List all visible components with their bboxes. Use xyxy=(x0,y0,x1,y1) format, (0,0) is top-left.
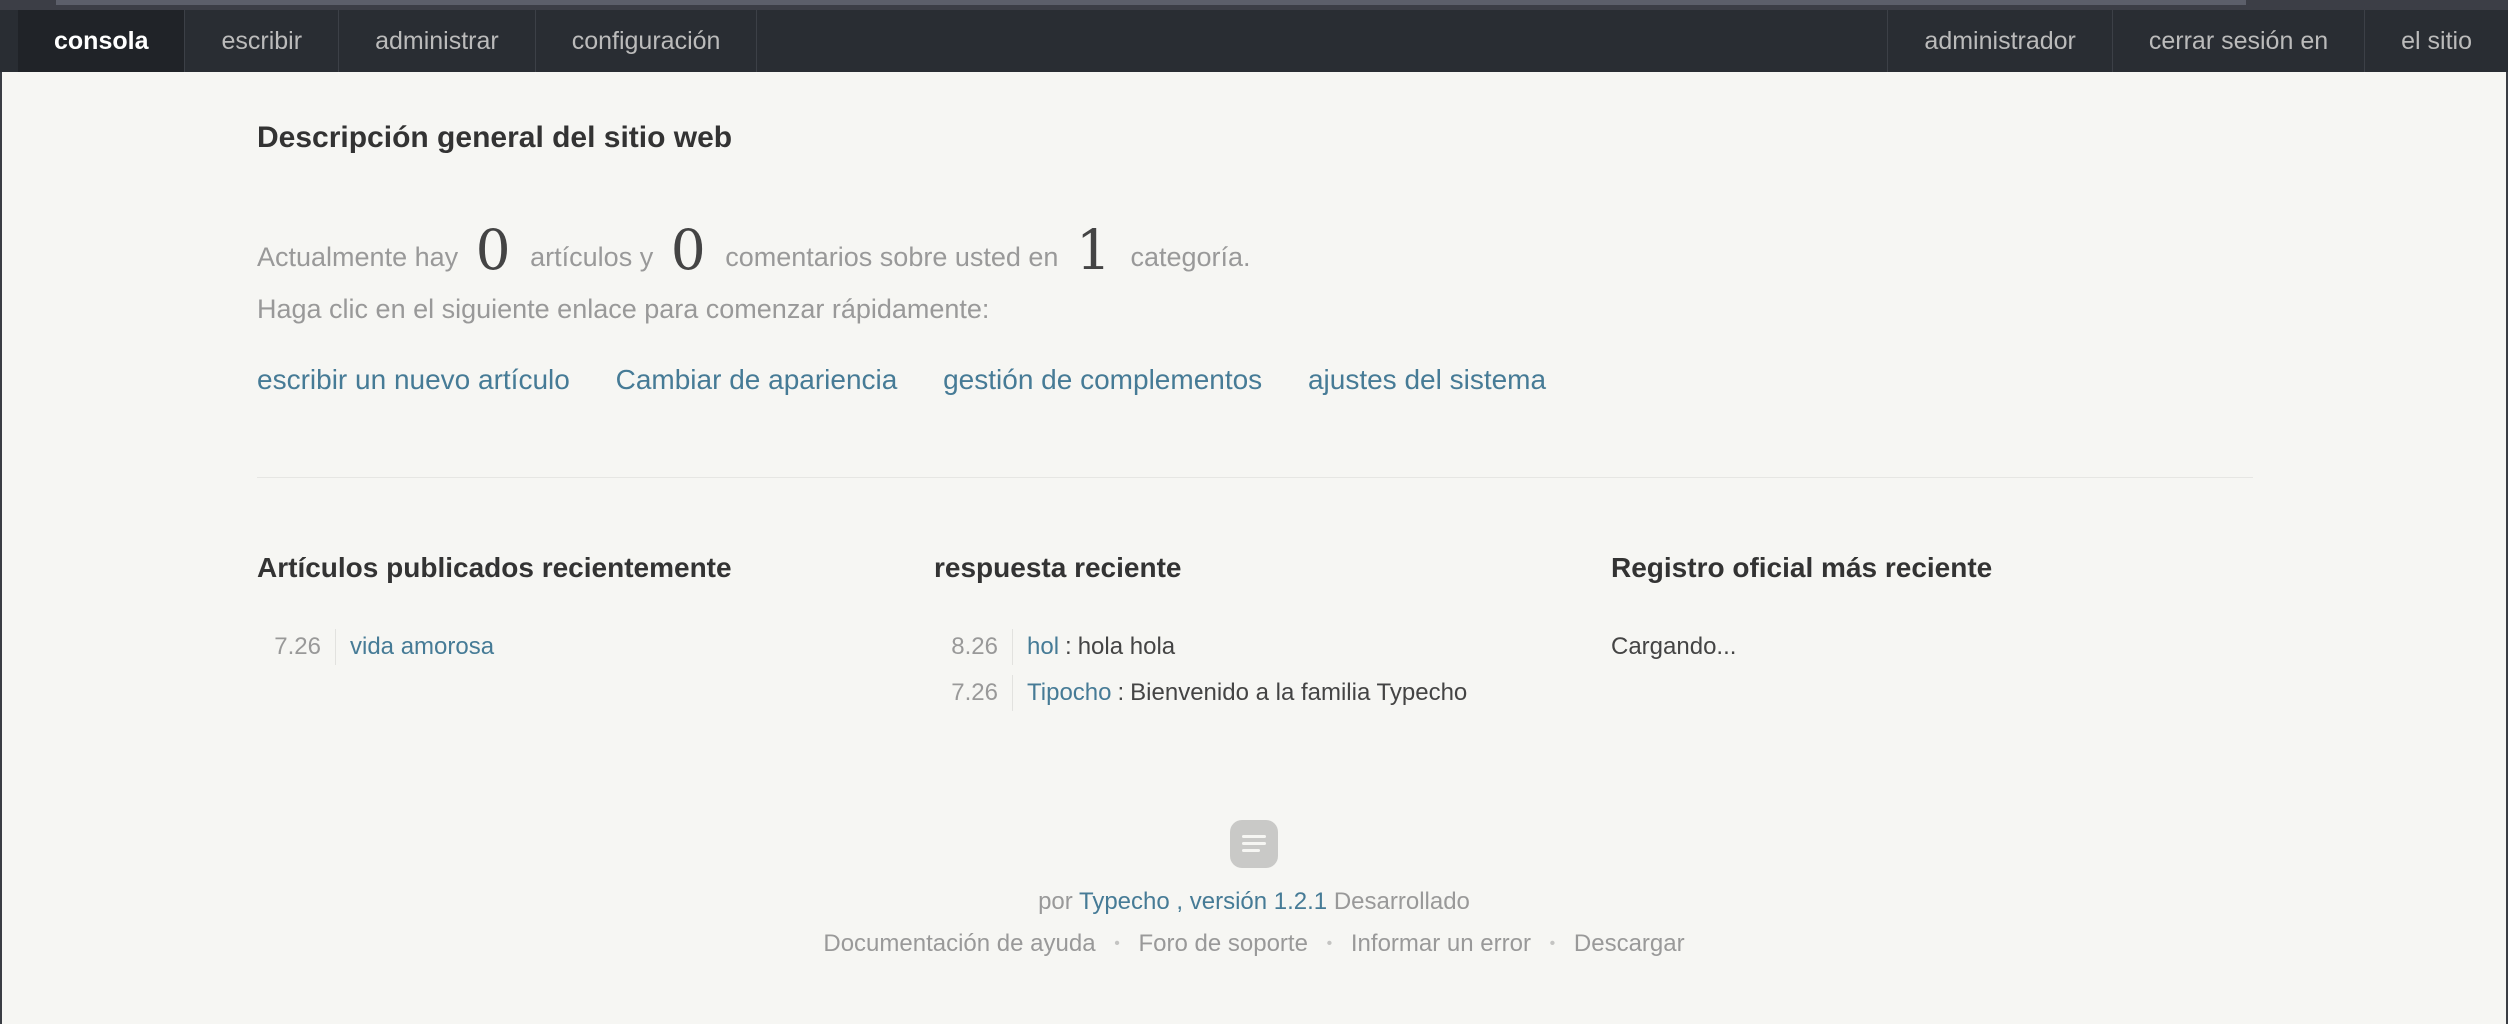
categories-count: 1 xyxy=(1075,218,1111,282)
version-link[interactable]: , versión 1.2.1 xyxy=(1176,888,1327,915)
recent-posts-title: Artículos publicados recientemente xyxy=(257,552,732,583)
footer-developed: Desarrollado xyxy=(1333,888,1470,915)
reply-date: 8.26 xyxy=(934,629,1013,665)
horizontal-scrollbar[interactable] xyxy=(56,0,2246,5)
bullet-separator: • xyxy=(1114,935,1120,952)
report-bug-link[interactable]: Informar un error xyxy=(1351,930,1531,957)
reply-separator: : xyxy=(1065,633,1072,660)
footer-links: Documentación de ayuda • Foro de soporte… xyxy=(0,930,2508,958)
quick-link-system-settings[interactable]: ajustes del sistema xyxy=(1308,364,1546,395)
support-forum-link[interactable]: Foro de soporte xyxy=(1139,930,1308,957)
recent-replies-section: respuesta reciente 8.26 hol : hola hola … xyxy=(934,552,1584,716)
recent-posts-list: 7.26 vida amorosa xyxy=(257,624,907,670)
loading-text: Cargando... xyxy=(1611,633,1737,660)
bullet-separator: • xyxy=(1549,935,1556,952)
footer: por Typecho , versión 1.2.1 Desarrollado… xyxy=(0,820,2508,958)
quick-link-plugins[interactable]: gestión de complementos xyxy=(943,364,1262,395)
official-log-title: Registro oficial más reciente xyxy=(1611,552,1993,583)
recent-replies-list: 8.26 hol : hola hola 7.26 Tipocho : Bien… xyxy=(934,624,1584,716)
footer-by: por xyxy=(1038,888,1073,915)
typecho-logo-icon xyxy=(1230,820,1278,868)
articles-label: artículos y xyxy=(530,242,654,272)
window-top-strip xyxy=(0,0,2508,10)
reply-date: 7.26 xyxy=(934,675,1013,711)
typecho-link[interactable]: Typecho xyxy=(1079,888,1170,915)
reply-text: hola hola xyxy=(1077,633,1176,660)
reply-text: Bienvenido a la familia Typecho xyxy=(1130,679,1468,706)
nav-item-logout[interactable]: cerrar sesión en xyxy=(2111,10,2364,72)
site-stats: Actualmente hay 0 artículos y 0 comentar… xyxy=(257,218,1251,282)
list-item: 7.26 Tipocho : Bienvenido a la familia T… xyxy=(934,670,1584,716)
section-divider xyxy=(257,477,2253,478)
recent-replies-title: respuesta reciente xyxy=(934,552,1182,583)
nav-item-manage[interactable]: administrar xyxy=(339,10,536,72)
page-title: Descripción general del sitio web xyxy=(257,121,733,154)
official-log-section: Registro oficial más reciente Cargando..… xyxy=(1611,552,2261,670)
reply-author-link[interactable]: hol xyxy=(1027,633,1059,661)
nav-item-write[interactable]: escribir xyxy=(185,10,340,72)
footer-credit: por Typecho , versión 1.2.1 Desarrollado xyxy=(0,888,2508,916)
nav-item-view-site[interactable]: el sitio xyxy=(2364,10,2508,72)
reply-author-link[interactable]: Tipocho xyxy=(1027,679,1112,707)
comments-label: comentarios sobre usted en xyxy=(725,242,1059,272)
comments-count: 0 xyxy=(670,218,706,282)
top-navbar: consola escribir administrar configuraci… xyxy=(0,10,2508,72)
quick-link-change-theme[interactable]: Cambiar de apariencia xyxy=(616,364,898,395)
list-item: 8.26 hol : hola hola xyxy=(934,624,1584,670)
reply-separator: : xyxy=(1117,679,1125,706)
nav-right-group: administrador cerrar sesión en el sitio xyxy=(1887,10,2508,72)
post-date: 7.26 xyxy=(257,629,336,665)
recent-posts-section: Artículos publicados recientemente 7.26 … xyxy=(257,552,907,670)
nav-item-console[interactable]: consola xyxy=(18,10,186,72)
nav-item-settings[interactable]: configuración xyxy=(536,10,758,72)
nav-item-profile[interactable]: administrador xyxy=(1887,10,2111,72)
bullet-separator: • xyxy=(1326,935,1333,952)
stats-prefix: Actualmente hay xyxy=(257,242,459,272)
quick-link-write-article[interactable]: escribir un nuevo artículo xyxy=(257,364,570,395)
categories-label: categoría. xyxy=(1130,242,1251,272)
quick-links: escribir un nuevo artículo Cambiar de ap… xyxy=(257,364,1584,396)
nav-left-group: consola escribir administrar configuraci… xyxy=(0,10,758,72)
list-item: 7.26 vida amorosa xyxy=(257,624,907,670)
post-link[interactable]: vida amorosa xyxy=(350,633,494,661)
quick-start-hint: Haga clic en el siguiente enlace para co… xyxy=(257,294,990,324)
download-link[interactable]: Descargar xyxy=(1574,930,1685,957)
articles-count: 0 xyxy=(475,218,511,282)
help-docs-link[interactable]: Documentación de ayuda xyxy=(823,930,1095,957)
